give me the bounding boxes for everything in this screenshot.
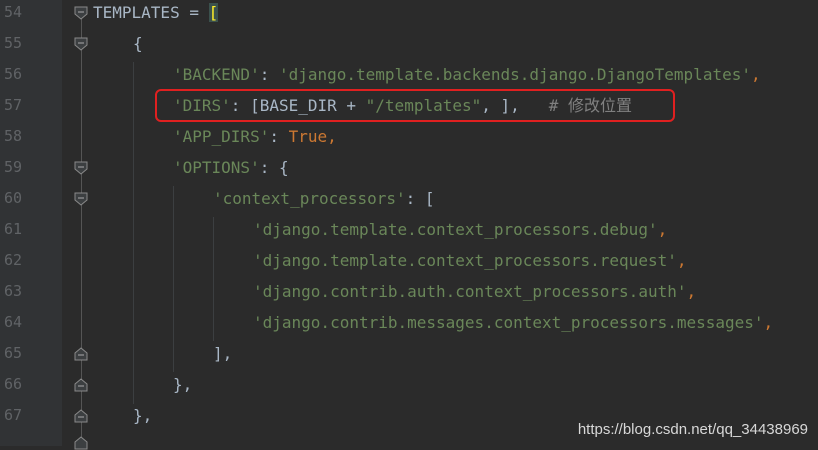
code-text: 'django.contrib.messages.context_process… bbox=[253, 313, 774, 332]
code-text: 'context_processors': [ bbox=[213, 189, 435, 208]
matched-bracket: [ bbox=[208, 3, 219, 22]
code-text: ], bbox=[213, 344, 233, 363]
line-number: 55 bbox=[3, 34, 22, 52]
code-line[interactable]: 64 'django.contrib.messages.context_proc… bbox=[0, 307, 818, 338]
code-text: 'BACKEND': 'django.template.backends.dja… bbox=[173, 65, 761, 84]
code-line[interactable]: 66 }, bbox=[0, 369, 818, 400]
code-line[interactable]: 60 'context_processors': [ bbox=[0, 183, 818, 214]
line-number: 60 bbox=[3, 189, 22, 207]
line-number: 63 bbox=[3, 282, 22, 300]
line-number: 62 bbox=[3, 251, 22, 269]
line-number: 57 bbox=[3, 96, 22, 114]
code-line[interactable]: 58 'APP_DIRS': True, bbox=[0, 121, 818, 152]
code-line[interactable]: 54 TEMPLATES = [ bbox=[0, 0, 818, 28]
code-text: 'APP_DIRS': True, bbox=[173, 127, 337, 146]
highlight-annotation-box bbox=[155, 89, 675, 122]
line-number: 61 bbox=[3, 220, 22, 238]
code-line[interactable]: 62 'django.template.context_processors.r… bbox=[0, 245, 818, 276]
code-text: }, bbox=[133, 406, 153, 425]
code-text: 'django.contrib.auth.context_processors.… bbox=[253, 282, 697, 301]
line-number: 65 bbox=[3, 344, 22, 362]
code-text: 'OPTIONS': { bbox=[173, 158, 289, 177]
code-text: TEMPLATES = [ bbox=[93, 3, 219, 22]
code-line[interactable]: 59 'OPTIONS': { bbox=[0, 152, 818, 183]
code-line[interactable]: 55 { bbox=[0, 28, 818, 59]
line-number: 54 bbox=[3, 3, 22, 21]
code-line[interactable]: 61 'django.template.context_processors.d… bbox=[0, 214, 818, 245]
line-number: 67 bbox=[3, 406, 22, 424]
code-editor[interactable]: 54 TEMPLATES = [ 55 { 56 'BACKEND': 'dja… bbox=[0, 0, 818, 450]
code-text: }, bbox=[173, 375, 193, 394]
line-number: 56 bbox=[3, 65, 22, 83]
code-line[interactable]: 65 ], bbox=[0, 338, 818, 369]
line-number: 58 bbox=[3, 127, 22, 145]
code-line[interactable]: 63 'django.contrib.auth.context_processo… bbox=[0, 276, 818, 307]
code-text: { bbox=[133, 34, 143, 53]
code-line[interactable]: 56 'BACKEND': 'django.template.backends.… bbox=[0, 59, 818, 90]
line-number: 64 bbox=[3, 313, 22, 331]
code-text: 'django.template.context_processors.debu… bbox=[253, 220, 668, 239]
line-number: 66 bbox=[3, 375, 22, 393]
fold-close-icon[interactable] bbox=[74, 436, 88, 450]
code-text: 'django.template.context_processors.requ… bbox=[253, 251, 687, 270]
line-number: 59 bbox=[3, 158, 22, 176]
watermark-text: https://blog.csdn.net/qq_34438969 bbox=[577, 421, 808, 438]
